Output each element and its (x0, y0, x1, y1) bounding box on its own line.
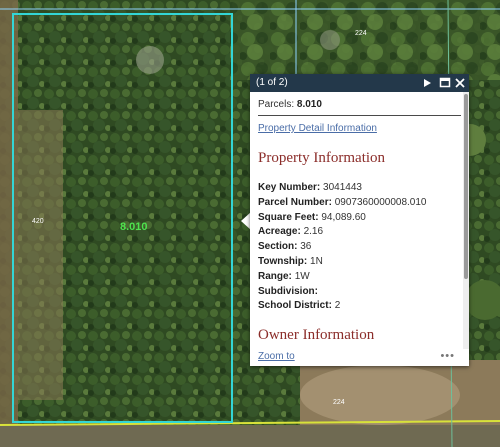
field-row: Township: 1N (258, 255, 323, 267)
feature-count: (1 of 2) (256, 77, 288, 88)
popup-header: (1 of 2) (250, 74, 469, 92)
property-information-heading: Property Information (258, 150, 386, 166)
close-icon[interactable] (453, 75, 467, 91)
parcel-label: 8.010 (120, 221, 148, 233)
field-row: Parcel Number: 0907360000008.010 (258, 196, 427, 208)
scrollbar-thumb[interactable] (464, 94, 468, 279)
info-popup: (1 of 2) Parcels: 8.010 Property Detail … (250, 74, 469, 366)
ellipsis-icon[interactable]: ••• (440, 350, 455, 362)
field-row: Subdivision: (258, 285, 318, 297)
field-row: Key Number: 3041443 (258, 182, 362, 193)
title-divider (258, 115, 461, 116)
road-number-label: 420 (32, 218, 44, 225)
popup-content: Parcels: 8.010 Property Detail Informati… (250, 92, 462, 349)
title-value: 8.010 (296, 99, 322, 110)
road-number-label: 224 (355, 30, 367, 37)
play-icon[interactable] (420, 75, 434, 91)
owner-information-heading: Owner Information (258, 327, 375, 343)
field-row: Range: 1W (258, 270, 310, 282)
zoom-to-link[interactable]: Zoom to (258, 351, 295, 362)
title-label: Parcels: (258, 99, 295, 110)
popup-footer: Zoom to ••• (250, 349, 469, 366)
property-fields: Key Number: 3041443 Parcel Number: 09073… (258, 181, 426, 314)
road-number-label: 224 (333, 399, 345, 406)
maximize-icon[interactable] (438, 75, 452, 91)
property-detail-link[interactable]: Property Detail Information (258, 123, 377, 134)
field-row: Acreage: 2.16 (258, 226, 324, 238)
field-row: Section: 36 (258, 241, 312, 253)
field-row: School District: 2 (258, 300, 341, 312)
popup-title: Parcels: 8.010 (258, 99, 322, 110)
field-row: Square Feet: 94,089.60 (258, 211, 366, 223)
popup-scrollbar[interactable] (463, 92, 469, 349)
